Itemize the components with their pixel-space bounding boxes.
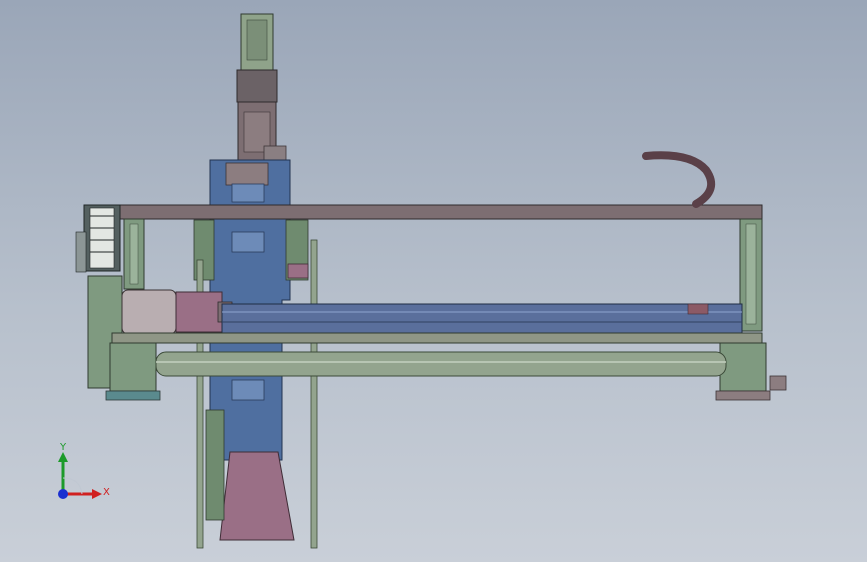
linear-rail[interactable]: [221, 303, 743, 335]
cable-chain[interactable]: [642, 151, 716, 208]
lower-housing[interactable]: [219, 451, 295, 541]
belt-pulley[interactable]: [75, 204, 121, 273]
vertical-column[interactable]: [236, 13, 287, 165]
z-axis-dot: [58, 489, 68, 499]
x-axis-label: X: [103, 487, 110, 498]
lower-frame: [111, 332, 763, 344]
drive-shaft[interactable]: [155, 351, 727, 377]
assembly-drawing: [75, 13, 787, 549]
servo-motor[interactable]: [121, 289, 233, 335]
top-beam[interactable]: [119, 204, 763, 220]
y-axis-label: Y: [60, 442, 67, 453]
cad-viewport[interactable]: Y X: [0, 0, 867, 562]
